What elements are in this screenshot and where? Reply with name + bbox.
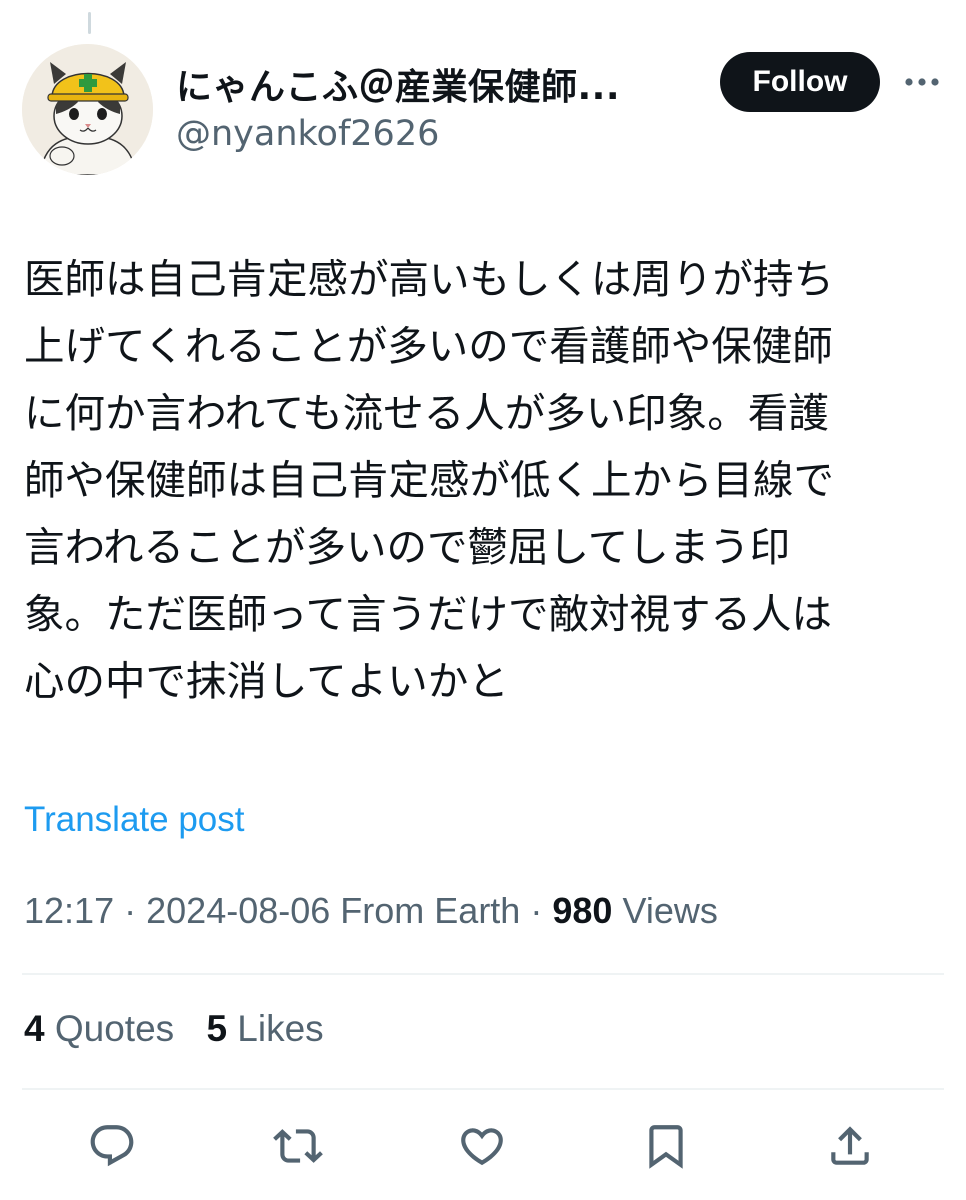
- quotes-count: 4: [24, 1008, 45, 1049]
- views-label: Views: [622, 890, 718, 931]
- views-count: 980: [552, 890, 613, 931]
- retweet-icon[interactable]: [270, 1118, 326, 1174]
- quotes-label: Quotes: [54, 1008, 175, 1049]
- engagement-stats: 4 Quotes 5 Likes: [24, 1008, 346, 1050]
- share-icon[interactable]: [822, 1118, 878, 1174]
- meta-separator: ·: [530, 890, 543, 931]
- reply-icon[interactable]: [84, 1118, 140, 1174]
- bookmark-icon[interactable]: [638, 1118, 694, 1174]
- author-handle[interactable]: @nyankof2626: [176, 114, 439, 154]
- tweet-meta: 12:17 · 2024-08-06 From Earth · 980 View…: [24, 890, 718, 932]
- likes-label: Likes: [237, 1008, 324, 1049]
- tweet-time[interactable]: 12:17: [24, 890, 114, 931]
- author-display-name[interactable]: にゃんこふ＠産業保健師...: [176, 58, 620, 110]
- divider: [22, 1088, 944, 1090]
- divider: [22, 973, 944, 975]
- more-dots-icon[interactable]: [900, 62, 944, 102]
- quotes-stat[interactable]: 4 Quotes: [24, 1008, 174, 1049]
- thread-line: [88, 12, 91, 34]
- meta-separator: ·: [124, 890, 137, 931]
- tweet-text: 医師は自己肯定感が高いもしくは周りが持ち 上げてくれることが多いので看護師や保健…: [24, 255, 834, 705]
- cat-avatar-image: [22, 44, 153, 175]
- translate-post-link[interactable]: Translate post: [24, 800, 244, 840]
- follow-button[interactable]: Follow: [720, 52, 880, 112]
- likes-count: 5: [206, 1008, 228, 1049]
- avatar[interactable]: [22, 44, 153, 175]
- tweet-date[interactable]: 2024-08-06: [146, 890, 330, 931]
- tweet-source: From Earth: [340, 890, 521, 931]
- likes-stat[interactable]: 5 Likes: [206, 1008, 323, 1049]
- heart-icon[interactable]: [454, 1118, 510, 1174]
